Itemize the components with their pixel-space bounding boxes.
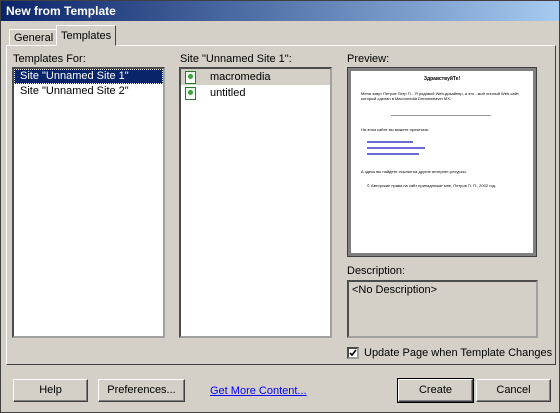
preview-text-3: А здесь вы найдете ссылки на другие инте… bbox=[361, 169, 467, 174]
update-page-label: Update Page when Template Changes bbox=[364, 347, 553, 359]
description-label: Description: bbox=[347, 265, 406, 277]
preview-link-2 bbox=[367, 147, 425, 149]
new-from-template-dialog: New from Template General Templates Temp… bbox=[0, 0, 560, 413]
tab-templates[interactable]: Templates bbox=[56, 25, 116, 46]
get-more-content-link[interactable]: Get More Content... bbox=[210, 385, 307, 397]
template-item-label: macromedia bbox=[210, 71, 271, 83]
preview-pane: ЗдравствуйТе! Меня зовут Петров Петр П..… bbox=[347, 67, 537, 257]
preview-page-title: ЗдравствуйТе! bbox=[423, 76, 461, 82]
preview-divider bbox=[391, 115, 491, 116]
preview-text-2: На этом сайте вы можете прочитать: bbox=[361, 127, 430, 132]
site-templates-list[interactable]: macromedia untitled bbox=[179, 67, 332, 338]
cancel-button[interactable]: Cancel bbox=[476, 379, 551, 402]
update-page-option[interactable]: Update Page when Template Changes bbox=[347, 346, 552, 360]
checkmark-icon bbox=[349, 349, 357, 357]
description-box: <No Description> bbox=[347, 280, 538, 338]
template-item-untitled[interactable]: untitled bbox=[181, 85, 330, 101]
preview-text-1: Меня зовут Петров Петр П... Я рядовой We… bbox=[361, 91, 520, 101]
preview-label: Preview: bbox=[347, 53, 390, 65]
templates-for-list[interactable]: Site "Unnamed Site 1" Site "Unnamed Site… bbox=[12, 67, 165, 338]
template-file-icon bbox=[185, 70, 196, 84]
preview-link-1 bbox=[367, 141, 413, 143]
list-item-site-1[interactable]: Site "Unnamed Site 1" bbox=[14, 69, 163, 84]
preview-text-4: © Авторские права на сайт принадлежат мн… bbox=[367, 183, 497, 188]
preview-page-thumbnail: ЗдравствуйТе! Меня зовут Петров Петр П..… bbox=[351, 71, 533, 253]
tab-general[interactable]: General bbox=[9, 29, 57, 45]
update-page-checkbox[interactable] bbox=[347, 347, 359, 359]
window-title: New from Template bbox=[6, 4, 116, 18]
templates-for-label: Templates For: bbox=[13, 53, 86, 65]
preferences-button[interactable]: Preferences... bbox=[98, 379, 185, 402]
list-item-site-2[interactable]: Site "Unnamed Site 2" bbox=[14, 84, 163, 99]
help-button[interactable]: Help bbox=[13, 379, 88, 402]
title-bar[interactable]: New from Template bbox=[1, 1, 559, 21]
template-item-label: untitled bbox=[210, 87, 246, 99]
preview-link-3 bbox=[367, 153, 419, 155]
template-item-macromedia[interactable]: macromedia bbox=[181, 69, 330, 85]
create-button[interactable]: Create bbox=[397, 378, 474, 403]
site-templates-label: Site "Unnamed Site 1": bbox=[180, 53, 292, 65]
template-file-icon bbox=[185, 86, 196, 100]
